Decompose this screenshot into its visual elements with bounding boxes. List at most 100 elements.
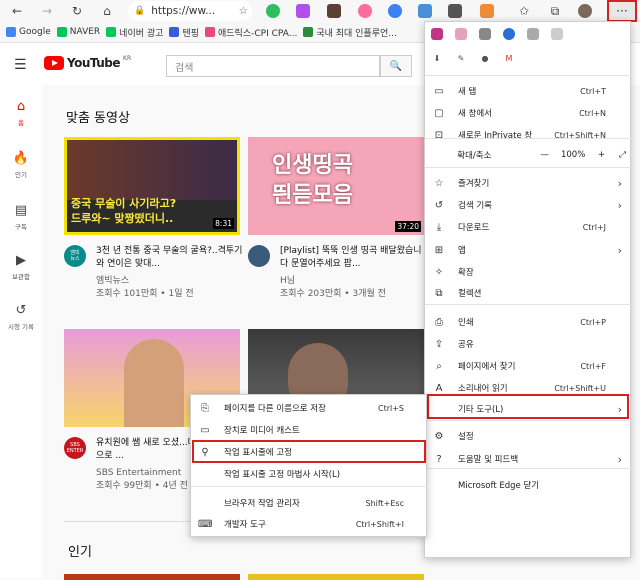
bookmark-item[interactable]: Google [6,27,51,37]
menu-icon[interactable]: ☰ [14,57,27,73]
forward-icon[interactable]: → [36,0,58,22]
menu-item-shortcut: Ctrl+Shift+U [554,383,606,393]
extension-purple-icon[interactable] [296,4,310,18]
bookmark-item[interactable]: NAVER [56,27,100,37]
extension-gmail-icon[interactable] [551,28,563,40]
menu-item[interactable]: ⌕ 페이지에서 찾기 Ctrl+F [425,356,632,376]
print-icon: ⎙ [435,316,443,328]
video-thumbnail[interactable] [248,574,424,580]
bookmark-item[interactable]: 네이버 광고 [106,26,163,39]
channel-avatar[interactable]: SBS ENTER [64,437,86,459]
submenu-item-label: 장치로 미디어 캐스트 [224,426,300,436]
menu-item[interactable]: ⧉ 컬렉션 [425,283,632,303]
video-title[interactable]: [Playlist] 뚝뚝 인생 띵곡 배달왔습니다 문열어주세요 팝... [280,245,428,271]
menu-item[interactable]: ↺ 검색 기록 › [425,195,632,215]
trending-icon: 🔥 [12,151,30,166]
nav-label: 인기 [15,171,27,179]
download-extension-icon[interactable]: ⬇ [431,53,443,65]
search-button[interactable]: 🔍 [380,55,412,77]
settings-more-button[interactable]: ··· [607,0,637,22]
menu-item-label: 인쇄 [458,318,474,328]
menu-item[interactable]: ⚙ 설정 [425,426,632,446]
fullscreen-icon[interactable]: ⤢ [613,150,632,160]
profile-avatar[interactable] [574,0,596,22]
bookmark-favicon-icon [205,27,215,37]
extension-capture-icon[interactable] [527,28,539,40]
menu-separator [425,75,632,76]
extension-pink-icon[interactable] [358,4,372,18]
gmail-extension-icon[interactable]: M [503,53,515,65]
channel-name[interactable]: SBS Entertainment [96,467,181,480]
back-icon[interactable]: ← [6,0,28,22]
new-window-icon: ▢ [434,107,444,119]
extension-circle-icon[interactable] [503,28,515,40]
bookmark-item[interactable]: 국내 최대 인플루언... [303,26,397,39]
submenu-item[interactable]: ⎘ 페이지를 다른 이름으로 저장 Ctrl+S [191,398,428,418]
extension-instagram-icon[interactable] [431,28,443,40]
bookmark-item[interactable]: 애드릭스-CPI CPA... [205,26,297,39]
menu-item[interactable]: ⊡ 새로운 InPrivate 창 Ctrl+Shift+N [425,125,632,145]
submenu-item[interactable]: 브라우저 작업 관리자 Shift+Esc [191,493,428,513]
channel-name[interactable]: 엠빅뉴스 [96,275,129,288]
menu-item[interactable]: ⊞ 앱 › [425,240,632,260]
nav-item-library[interactable]: ▶ 보관함 [0,253,42,281]
extension-blue-icon[interactable] [388,4,402,18]
home-icon[interactable]: ⌂ [96,0,118,22]
zoom-out-button[interactable]: — [533,150,556,160]
home-icon: ⌂ [16,99,26,114]
bookmark-favicon-icon [106,27,117,37]
address-bar[interactable]: 🔒 https://ww... ☆ [128,1,252,21]
nav-item-trending[interactable]: 🔥 인기 [0,151,42,179]
favorites-bar-icon[interactable]: ✩ [513,0,535,22]
menu-item[interactable]: ? 도움말 및 피드백 › [425,449,632,469]
video-meta: 조회수 203만회 • 3개월 전 [280,289,386,299]
channel-avatar[interactable] [248,245,270,267]
menu-item[interactable]: Microsoft Edge 닫기 [425,475,632,495]
dots-extension-icon[interactable]: ● [479,53,491,65]
video-thumbnail[interactable]: 인생띵곡 띈듣모음 37:20 [248,137,424,235]
menu-item[interactable]: ▢ 새 창에서 Ctrl+N [425,103,632,123]
extension-gray-icon[interactable] [448,4,462,18]
favorite-star-icon[interactable]: ☆ [239,5,248,17]
nav-item-subscriptions[interactable]: ▤ 구독 [0,203,42,231]
pen-extension-icon[interactable]: ✎ [455,53,467,65]
bookmark-item[interactable]: 텐핑 [169,26,199,39]
menu-item-label: 확장 [458,268,474,278]
video-thumbnail[interactable] [64,574,240,580]
submenu-item[interactable]: ⌨ 개발자 도구 Ctrl+Shift+I [191,514,428,534]
history-icon: ↺ [434,199,444,211]
youtube-logo[interactable]: YouTube KR [44,55,131,70]
section-title-trending: 인기 [68,545,92,560]
submenu-item[interactable]: ▭ 장치로 미디어 캐스트 [191,420,428,440]
zoom-in-button[interactable]: + [590,150,613,160]
search-input[interactable]: 검색 [166,55,380,77]
nav-item-history[interactable]: ↺ 시청 기록 [0,303,42,331]
menu-item[interactable]: ✧ 확장 [425,262,632,282]
nav-item-home[interactable]: ⌂ 홈 [0,99,42,127]
save-page-icon: ⎘ [201,402,209,414]
menu-item[interactable]: ▭ 새 탭 Ctrl+T [425,81,632,101]
menu-item[interactable]: ⤓ 다운로드 Ctrl+J [425,217,632,237]
extension-capture-icon[interactable] [418,4,432,18]
extension-pen-icon[interactable] [455,28,467,40]
menu-item[interactable]: ⎙ 인쇄 Ctrl+P [425,312,632,332]
extension-camera-icon[interactable] [327,4,341,18]
browser-toolbar: ← → ↻ ⌂ 🔒 https://ww... ☆ ✩ ⧉ ··· [0,0,640,22]
collections-icon[interactable]: ⧉ [544,0,566,22]
extension-orange-icon[interactable] [480,4,494,18]
channel-avatar[interactable]: 엠빅 뉴스 [64,245,86,267]
submenu-item-label: 페이지를 다른 이름으로 저장 [224,404,326,414]
extension-evernote-icon[interactable] [266,4,280,18]
menu-item[interactable]: ⇪ 공유 [425,334,632,354]
video-title[interactable]: 3천 년 전통 중국 무술의 굴욕?..격투기와 연이은 맞대... [96,245,244,271]
cast-icon: ▭ [200,424,210,436]
menu-item[interactable]: ☆ 즐겨찾기 › [425,173,632,193]
submenu-item[interactable]: 작업 표시줄 고정 마법사 시작(L) [191,464,428,484]
video-thumbnail[interactable]: 중국 무술이 사기라고? 드루와~ 맞짱떴더니.. 8:31 [64,137,240,235]
nav-label: 시청 기록 [8,323,34,331]
menu-item-shortcut: Ctrl+T [580,86,606,96]
refresh-icon[interactable]: ↻ [66,0,88,22]
extension-icons-row [431,28,563,40]
extension-camera-icon[interactable] [479,28,491,40]
channel-name[interactable]: H님 [280,275,295,288]
